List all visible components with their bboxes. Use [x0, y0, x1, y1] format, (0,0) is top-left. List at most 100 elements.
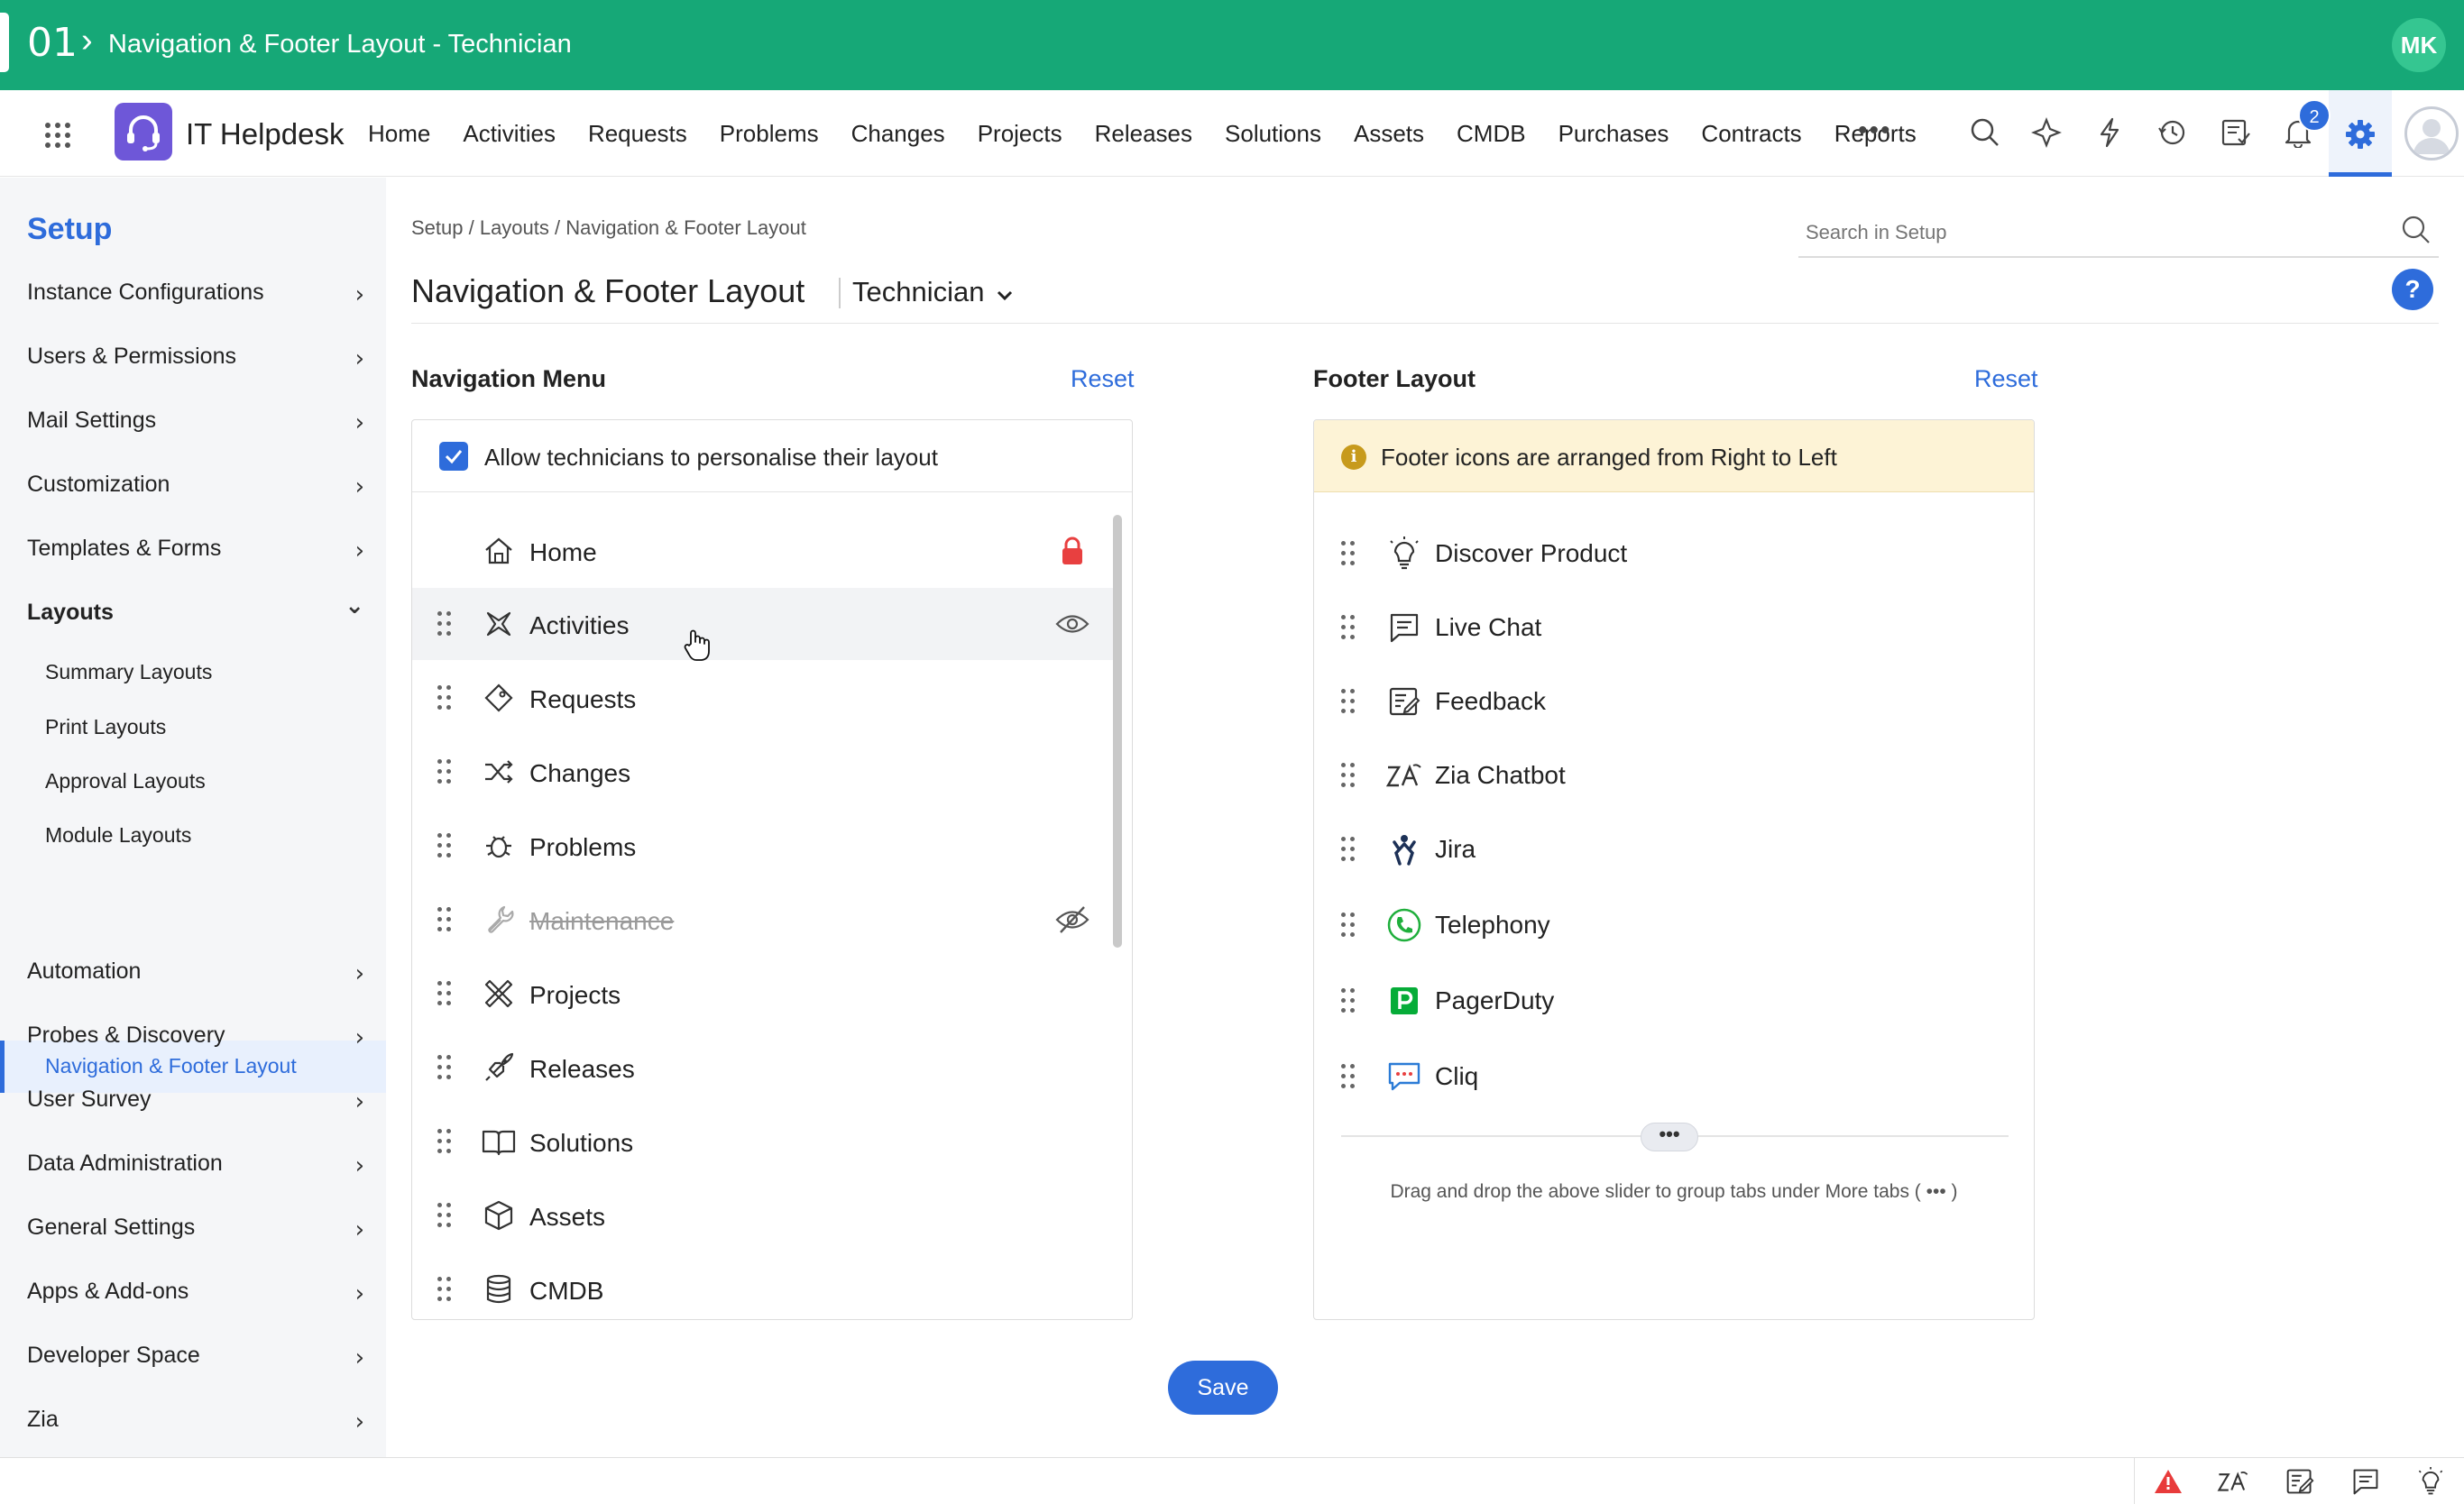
sidebar-item-data-administration[interactable]: Data Administration › [27, 1151, 379, 1179]
footer-item-live-chat[interactable]: Live Chat [1314, 592, 2034, 664]
drag-handle-icon[interactable] [437, 611, 452, 637]
search-icon[interactable] [2401, 215, 2432, 250]
nav-more-button[interactable]: ••• [1858, 115, 1892, 146]
nav-menu-item-maintenance[interactable]: Maintenance [412, 884, 1116, 956]
nav-menu-item-changes[interactable]: Changes [412, 736, 1116, 808]
sidebar-item-probes-discovery[interactable]: Probes & Discovery › [27, 1023, 379, 1051]
eye-hidden-icon[interactable] [1053, 902, 1092, 938]
drag-handle-icon[interactable] [1341, 541, 1356, 566]
eye-icon[interactable] [1053, 606, 1092, 642]
footer-item-telephony[interactable]: Telephony [1314, 889, 2034, 961]
sidebar-item-apps-addons[interactable]: Apps & Add-ons › [27, 1279, 379, 1307]
history-icon[interactable] [2149, 110, 2194, 155]
nav-releases[interactable]: Releases [1095, 120, 1192, 148]
sidebar-item-templates-forms[interactable]: Templates & Forms › [27, 536, 379, 564]
drag-handle-icon[interactable] [437, 907, 452, 932]
nav-menu-item-requests[interactable]: Requests [412, 662, 1116, 734]
nav-contracts[interactable]: Contracts [1701, 120, 1801, 148]
assets-icon [481, 1197, 517, 1233]
sidebar-subitem-approval-layouts[interactable]: Approval Layouts [45, 769, 206, 793]
nav-menu-item-assets[interactable]: Assets [412, 1179, 1116, 1252]
footer-item-label: Live Chat [1435, 613, 1542, 641]
nav-menu-item-cmdb[interactable]: CMDB [412, 1253, 1116, 1319]
nav-problems[interactable]: Problems [720, 120, 819, 148]
drag-handle-icon[interactable] [1341, 763, 1356, 788]
magic-icon[interactable] [2024, 110, 2069, 155]
nav-changes[interactable]: Changes [851, 120, 945, 148]
nav-menu-item-projects[interactable]: Projects [412, 958, 1116, 1030]
warning-icon[interactable] [2150, 1465, 2186, 1498]
chat-icon[interactable] [2348, 1465, 2384, 1498]
user-initials-avatar[interactable]: MK [2392, 18, 2446, 72]
footer-item-pagerduty[interactable]: PagerDuty [1314, 965, 2034, 1037]
chevron-down-icon [998, 290, 1013, 301]
checklist-icon[interactable] [2213, 110, 2258, 155]
search-icon[interactable] [1963, 110, 2008, 155]
sidebar-item-users-permissions[interactable]: Users & Permissions › [27, 344, 379, 372]
zia-icon[interactable] [2215, 1465, 2251, 1498]
drag-handle-icon[interactable] [437, 685, 452, 711]
sidebar-subitem-module-layouts[interactable]: Module Layouts [45, 823, 191, 848]
nav-purchases[interactable]: Purchases [1558, 120, 1669, 148]
drag-handle-icon[interactable] [437, 1277, 452, 1302]
drag-handle-icon[interactable] [437, 759, 452, 784]
search-input[interactable] [1806, 216, 2383, 249]
drag-handle-icon[interactable] [1341, 912, 1356, 938]
footer-item-cliq[interactable]: Cliq [1314, 1041, 2034, 1113]
app-grid-icon[interactable] [45, 123, 70, 148]
nav-cmdb[interactable]: CMDB [1457, 120, 1526, 148]
drag-handle-icon[interactable] [437, 1055, 452, 1080]
sidebar-item-mail-settings[interactable]: Mail Settings › [27, 408, 379, 436]
profile-avatar[interactable] [2404, 106, 2459, 160]
nav-requests[interactable]: Requests [588, 120, 687, 148]
sidebar-item-general-settings[interactable]: General Settings › [27, 1215, 379, 1243]
sidebar-item-automation[interactable]: Automation › [27, 958, 379, 987]
allow-personalise-checkbox[interactable] [439, 442, 468, 471]
sidebar-subitem-print-layouts[interactable]: Print Layouts [45, 715, 166, 739]
more-tabs-slider-handle[interactable]: ••• [1641, 1123, 1698, 1151]
role-dropdown[interactable]: Technician [852, 276, 1014, 308]
nav-assets[interactable]: Assets [1354, 120, 1424, 148]
drag-handle-icon[interactable] [1341, 1064, 1356, 1089]
feedback-icon[interactable] [2282, 1465, 2318, 1498]
footer-item-zia-chatbot[interactable]: Zia Chatbot [1314, 739, 2034, 812]
footer-item-feedback[interactable]: Feedback [1314, 665, 2034, 738]
nav-home[interactable]: Home [368, 120, 430, 148]
sidebar-item-user-survey[interactable]: User Survey › [27, 1087, 379, 1115]
save-button[interactable]: Save [1168, 1361, 1278, 1415]
drag-handle-icon[interactable] [437, 1129, 452, 1154]
navigation-panel-scrollbar[interactable] [1113, 515, 1122, 948]
sidebar-item-instance-configurations[interactable]: Instance Configurations › [27, 280, 379, 308]
drag-handle-icon[interactable] [437, 833, 452, 858]
nav-menu-item-solutions[interactable]: Solutions [412, 1105, 1116, 1178]
footer-item-discover-product[interactable]: Discover Product [1314, 518, 2034, 590]
drag-handle-icon[interactable] [437, 981, 452, 1006]
settings-tab[interactable] [2329, 90, 2392, 177]
nav-menu-item-releases[interactable]: Releases [412, 1032, 1116, 1104]
navigation-reset-link[interactable]: Reset [1071, 365, 1135, 393]
sidebar-subitem-summary-layouts[interactable]: Summary Layouts [45, 660, 212, 684]
drag-handle-icon[interactable] [1341, 615, 1356, 640]
drag-handle-icon[interactable] [437, 1203, 452, 1228]
nav-menu-item-problems[interactable]: Problems [412, 810, 1116, 882]
drag-handle-icon[interactable] [1341, 837, 1356, 862]
sidebar-item-zia[interactable]: Zia › [27, 1407, 379, 1435]
helpdesk-logo-icon[interactable] [115, 103, 172, 160]
cmdb-icon [481, 1271, 517, 1307]
sidebar-item-developer-space[interactable]: Developer Space › [27, 1343, 379, 1371]
problems-icon [481, 828, 517, 864]
drag-handle-icon[interactable] [1341, 988, 1356, 1013]
footer-item-jira[interactable]: Jira [1314, 813, 2034, 885]
nav-projects[interactable]: Projects [978, 120, 1062, 148]
help-button[interactable]: ? [2392, 269, 2433, 310]
footer-reset-link[interactable]: Reset [1974, 365, 2038, 393]
drag-handle-icon[interactable] [1341, 689, 1356, 714]
bulb-icon[interactable] [2413, 1465, 2449, 1498]
nav-activities[interactable]: Activities [463, 120, 556, 148]
nav-solutions[interactable]: Solutions [1225, 120, 1321, 148]
lightning-icon[interactable] [2087, 110, 2132, 155]
sidebar-item-layouts[interactable]: Layouts ⌄ [27, 592, 379, 626]
sidebar-title: Setup [27, 212, 113, 246]
sidebar-item-customization[interactable]: Customization › [27, 472, 379, 500]
nav-menu-item-activities[interactable]: Activities [412, 588, 1116, 660]
